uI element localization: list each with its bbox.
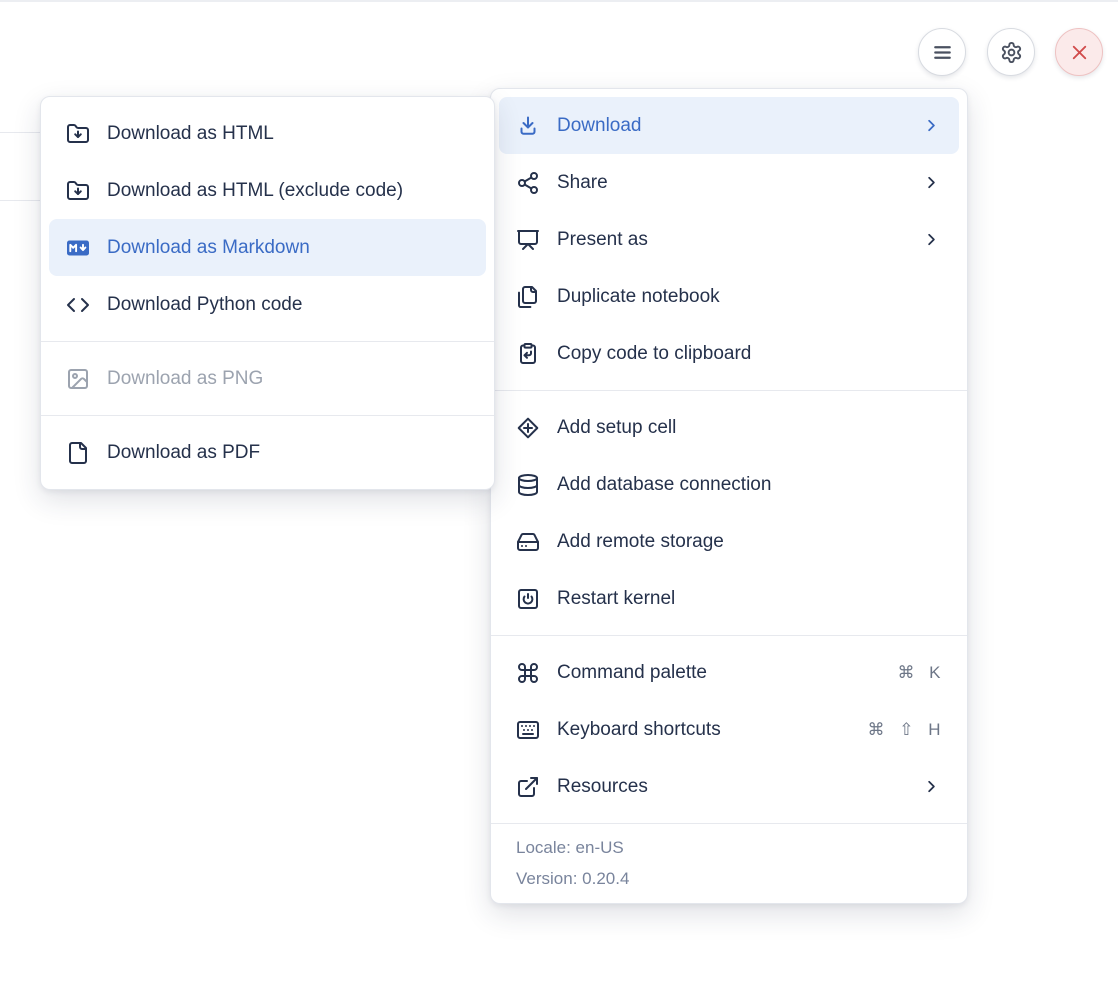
menu-item-label: Download as PDF <box>107 442 468 464</box>
command-icon <box>516 661 540 685</box>
menu-item-download-as-pdf[interactable]: Download as PDF <box>41 424 494 481</box>
menu-item-label: Present as <box>557 229 905 251</box>
menu-item-download[interactable]: Download <box>499 97 959 154</box>
diamond-plus-icon <box>516 416 540 440</box>
presentation-icon <box>516 228 540 252</box>
files-icon <box>516 285 540 309</box>
download-icon <box>516 114 540 138</box>
clipboard-copy-icon <box>516 342 540 366</box>
menu-item-label: Download as HTML <box>107 123 468 145</box>
chevron-right-icon <box>922 230 941 249</box>
notebook-actions-menu: Download Share Present as Duplicate noteboo… <box>490 88 968 904</box>
background-rule-bottom <box>0 200 42 201</box>
menu-item-label: Command palette <box>557 662 880 684</box>
menu-section: Download as PDF <box>41 415 494 489</box>
menu-item-label: Copy code to clipboard <box>557 343 941 365</box>
menu-item-label: Download as HTML (exclude code) <box>107 180 468 202</box>
notebook-actions-menu-body: Download Share Present as Duplicate noteboo… <box>491 89 967 823</box>
square-power-icon <box>516 587 540 611</box>
menu-item-download-as-markdown[interactable]: Download as Markdown <box>49 219 486 276</box>
menu-item-keyboard-shortcuts[interactable]: Keyboard shortcuts ⌘ ⇧ H <box>491 701 967 758</box>
menu-section: Command palette ⌘ K Keyboard shortcuts ⌘ ⇧ … <box>491 635 967 823</box>
menu-item-label: Download as Markdown <box>107 237 468 259</box>
menu-item-add-database-connection[interactable]: Add database connection <box>491 456 967 513</box>
background-rule-top <box>0 132 42 133</box>
share-icon <box>516 171 540 195</box>
menu-section: Download as HTML Download as HTML (exclud… <box>41 97 494 341</box>
gear-icon <box>1000 41 1023 64</box>
menu-item-add-remote-storage[interactable]: Add remote storage <box>491 513 967 570</box>
menu-item-download-as-html-exclude-code[interactable]: Download as HTML (exclude code) <box>41 162 494 219</box>
menu-item-label: Add setup cell <box>557 417 941 439</box>
menu-item-restart-kernel[interactable]: Restart kernel <box>491 570 967 627</box>
menu-item-label: Download Python code <box>107 294 468 316</box>
menu-item-label: Add remote storage <box>557 531 941 553</box>
hamburger-icon <box>931 41 954 64</box>
keyboard-shortcut-hint: ⌘ ⇧ H <box>868 720 941 740</box>
menu-item-add-setup-cell[interactable]: Add setup cell <box>491 399 967 456</box>
image-icon <box>66 367 90 391</box>
top-border <box>0 0 1118 2</box>
download-submenu: Download as HTML Download as HTML (exclud… <box>40 96 495 490</box>
menu-section: Download Share Present as Duplicate noteboo… <box>491 89 967 390</box>
markdown-badge-icon <box>66 236 90 260</box>
download-submenu-body: Download as HTML Download as HTML (exclud… <box>41 97 494 489</box>
app-background: Download as HTML Download as HTML (exclud… <box>0 0 1118 984</box>
notebook-menu-button[interactable] <box>918 28 966 76</box>
menu-item-label: Download as PNG <box>107 368 468 390</box>
hard-drive-icon <box>516 530 540 554</box>
menu-item-label: Duplicate notebook <box>557 286 941 308</box>
menu-item-duplicate-notebook[interactable]: Duplicate notebook <box>491 268 967 325</box>
database-icon <box>516 473 540 497</box>
menu-item-label: Add database connection <box>557 474 941 496</box>
menu-item-label: Restart kernel <box>557 588 941 610</box>
menu-item-download-as-html[interactable]: Download as HTML <box>41 105 494 162</box>
menu-item-download-python-code[interactable]: Download Python code <box>41 276 494 333</box>
chevron-right-icon <box>922 173 941 192</box>
version-text: Version: 0.20.4 <box>516 868 942 890</box>
menu-item-label: Download <box>557 115 905 137</box>
menu-item-resources[interactable]: Resources <box>491 758 967 815</box>
folder-down-icon <box>66 179 90 203</box>
code-icon <box>66 293 90 317</box>
menu-item-command-palette[interactable]: Command palette ⌘ K <box>491 644 967 701</box>
keyboard-shortcut-hint: ⌘ K <box>897 663 941 683</box>
menu-item-label: Share <box>557 172 905 194</box>
settings-button[interactable] <box>987 28 1035 76</box>
menu-footer: Locale: en-US Version: 0.20.4 <box>491 823 967 903</box>
menu-item-label: Resources <box>557 776 905 798</box>
folder-down-icon <box>66 122 90 146</box>
menu-item-download-as-png: Download as PNG <box>41 350 494 407</box>
chevron-right-icon <box>922 116 941 135</box>
shutdown-button[interactable] <box>1055 28 1103 76</box>
chevron-right-icon <box>922 777 941 796</box>
menu-section: Add setup cell Add database connection Add… <box>491 390 967 635</box>
menu-item-share[interactable]: Share <box>491 154 967 211</box>
menu-section: Download as PNG <box>41 341 494 415</box>
close-icon <box>1068 41 1091 64</box>
locale-text: Locale: en-US <box>516 837 942 859</box>
menu-item-present-as[interactable]: Present as <box>491 211 967 268</box>
menu-item-label: Keyboard shortcuts <box>557 719 851 741</box>
menu-item-copy-code-to-clipboard[interactable]: Copy code to clipboard <box>491 325 967 382</box>
file-icon <box>66 441 90 465</box>
external-link-icon <box>516 775 540 799</box>
keyboard-icon <box>516 718 540 742</box>
